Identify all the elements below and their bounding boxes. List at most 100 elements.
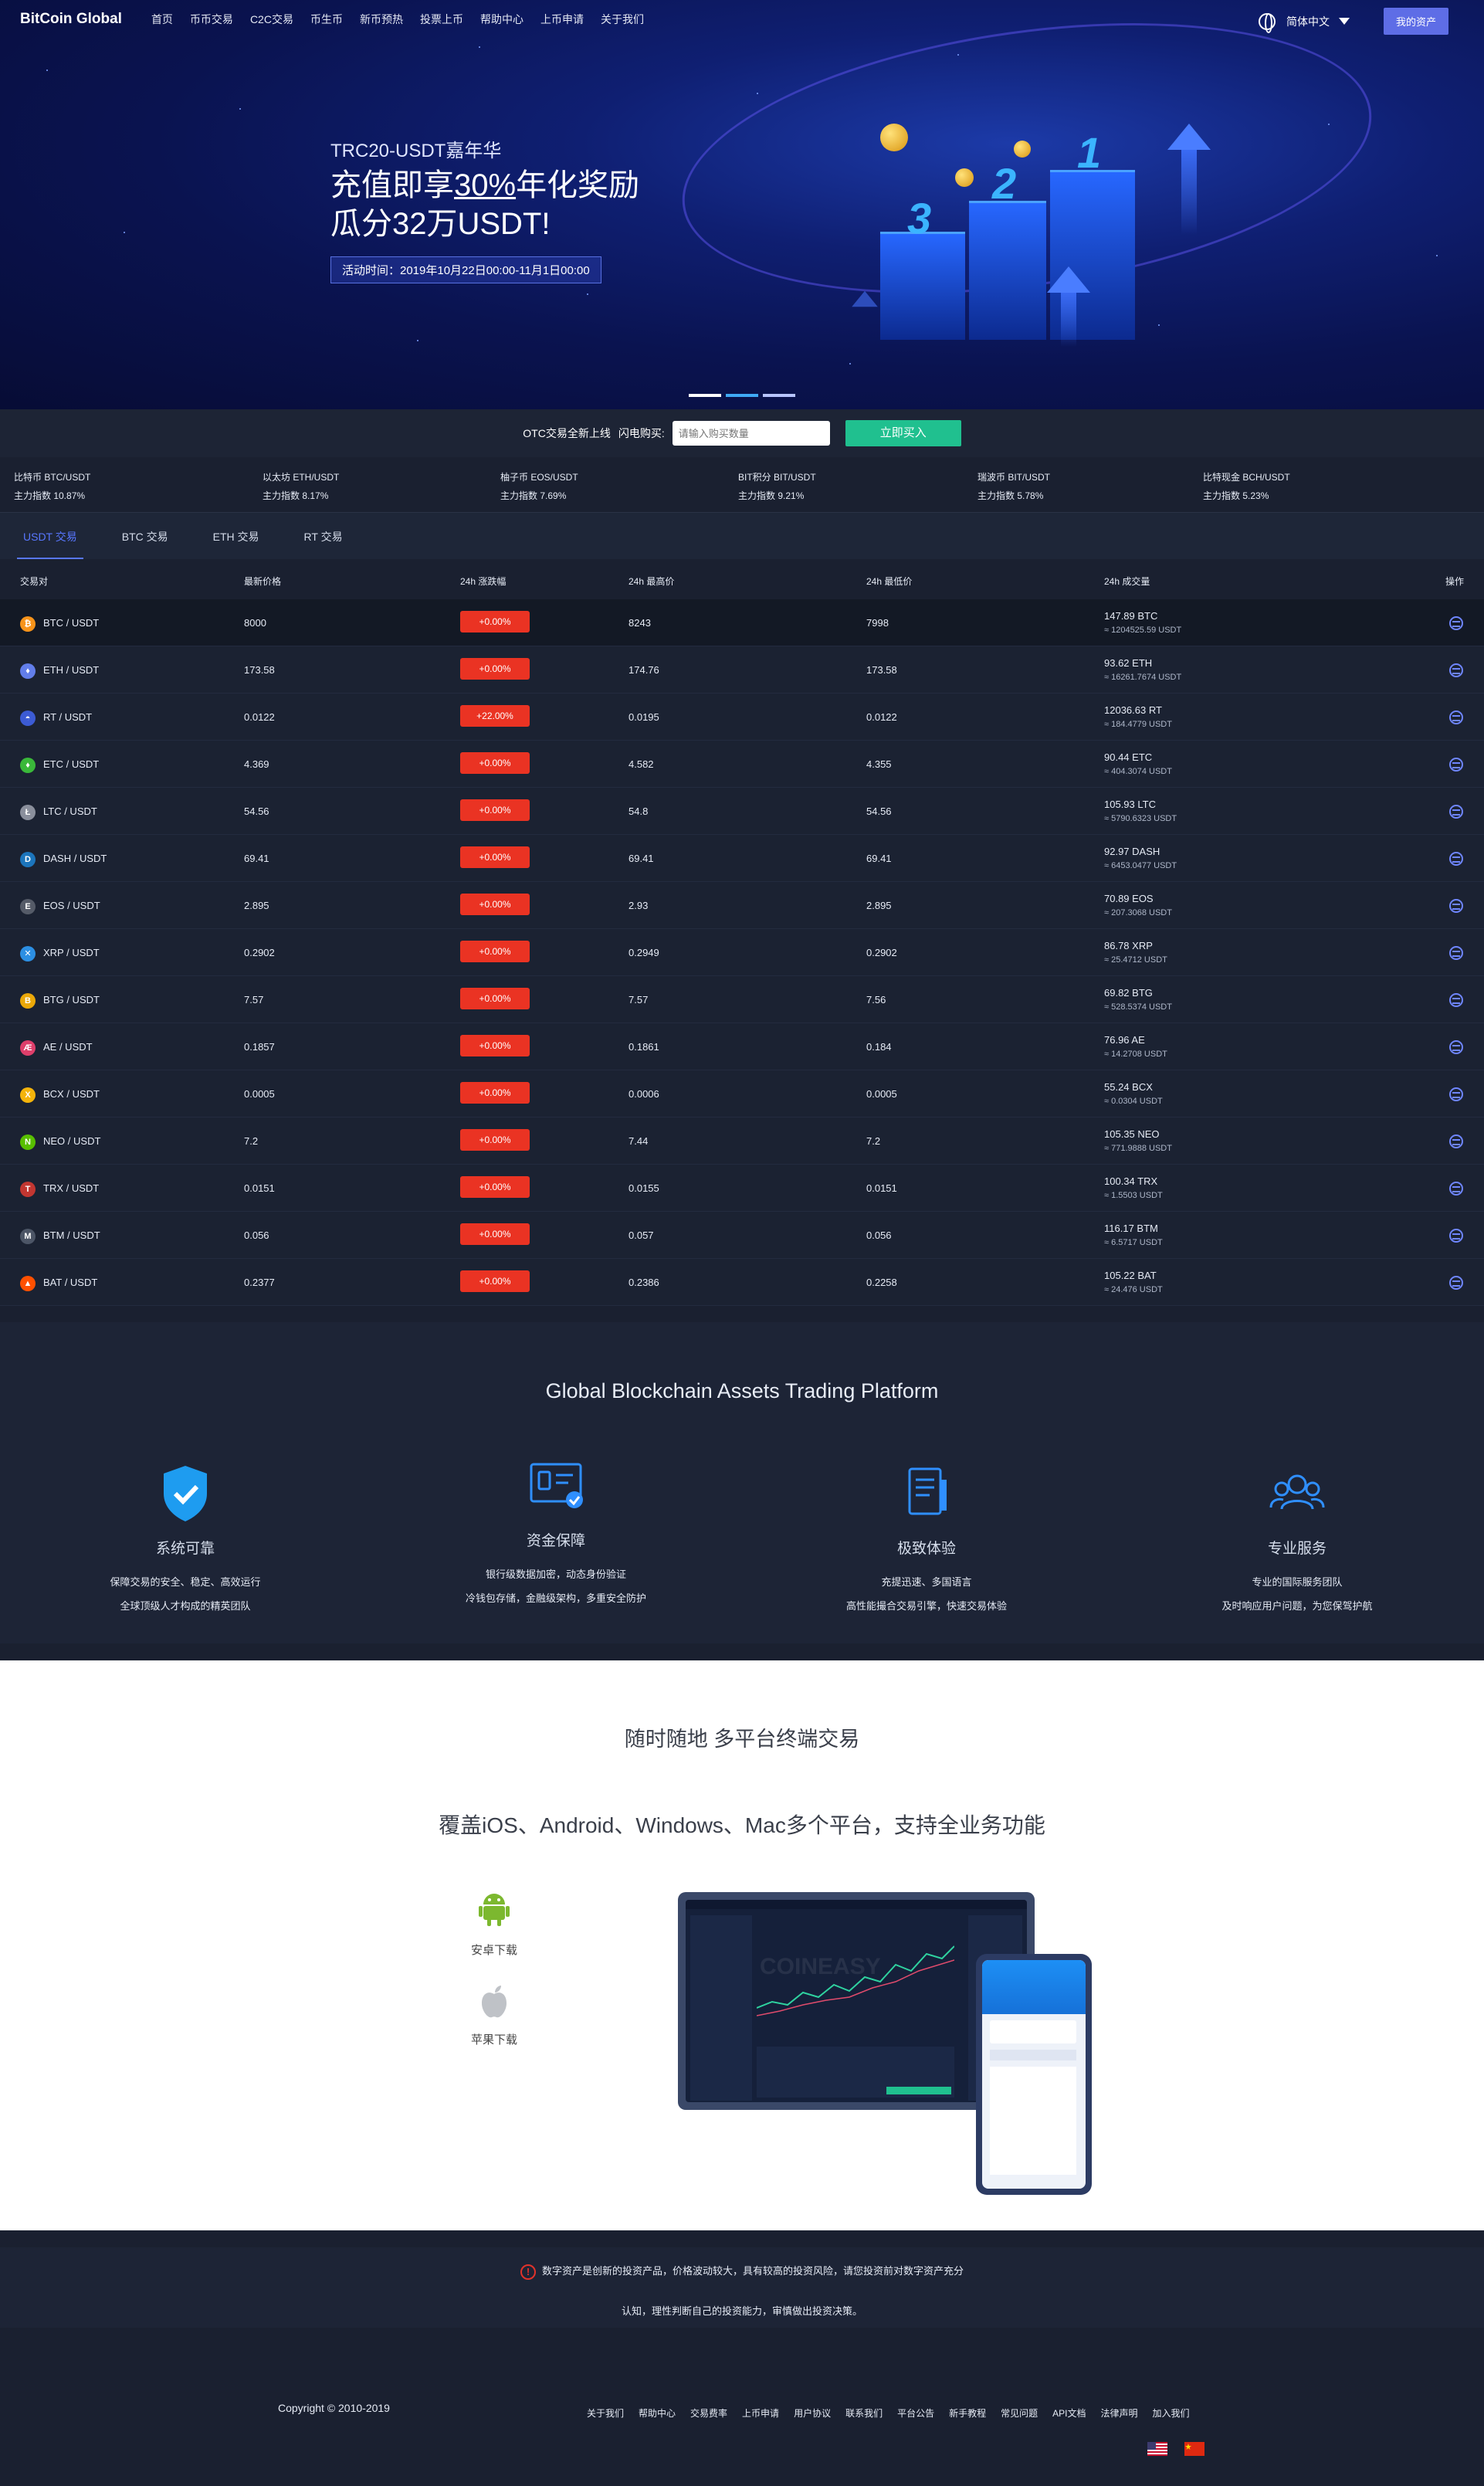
footer: Copyright © 2010-2019 关于我们 帮助中心 交易费率 上币申… [0, 2357, 1484, 2486]
trade-action-icon[interactable] [1449, 946, 1463, 960]
footer-link[interactable]: 交易费率 [690, 2406, 727, 2420]
trade-action-icon[interactable] [1449, 663, 1463, 677]
trade-action-icon[interactable] [1449, 1182, 1463, 1196]
table-row[interactable]: ♦ ETH / USDT 173.58 +0.00% 174.76 173.58 93.62… [0, 646, 1484, 694]
globe-icon[interactable] [1258, 12, 1276, 33]
tab-eth[interactable]: ETH 交易 [213, 513, 259, 559]
footer-link[interactable]: 关于我们 [587, 2406, 624, 2420]
cn-flag-icon[interactable] [1184, 2442, 1204, 2456]
pair-name[interactable]: ETH / USDT [43, 664, 99, 676]
trade-action-icon[interactable] [1449, 1276, 1463, 1290]
nav-vote-listing[interactable]: 投票上币 [420, 12, 463, 27]
table-row[interactable]: ♦ ETC / USDT 4.369 +0.00% 4.582 4.355 90.44 ET… [0, 741, 1484, 788]
pair-name[interactable]: ETC / USDT [43, 758, 99, 770]
tab-usdt[interactable]: USDT 交易 [17, 513, 83, 559]
index-item[interactable]: 以太坊 ETH/USDT 主力指数 8.17% [263, 468, 339, 505]
pair-name[interactable]: BAT / USDT [43, 1277, 97, 1288]
last-price: 7.2 [244, 1135, 259, 1147]
us-flag-icon[interactable] [1147, 2442, 1167, 2456]
nav-help[interactable]: 帮助中心 [480, 12, 523, 27]
table-row[interactable]: ₿ BTC / USDT 8000 +0.00% 8243 7998 147.89 BTC ≈… [0, 599, 1484, 646]
nav-coin-trade[interactable]: 币币交易 [190, 12, 233, 27]
index-item[interactable]: BIT积分 BIT/USDT 主力指数 9.21% [738, 468, 816, 505]
trade-action-icon[interactable] [1449, 805, 1463, 819]
footer-link[interactable]: 帮助中心 [639, 2406, 676, 2420]
pair-name[interactable]: XRP / USDT [43, 947, 100, 958]
index-item[interactable]: 柚子币 EOS/USDT 主力指数 7.69% [500, 468, 578, 505]
trade-action-icon[interactable] [1449, 1040, 1463, 1054]
buy-now-button[interactable]: 立即买入 [845, 420, 961, 446]
pair-name[interactable]: EOS / USDT [43, 900, 100, 911]
coin-icon: Æ [20, 1040, 36, 1056]
table-row[interactable]: Ł LTC / USDT 54.56 +0.00% 54.8 54.56 105.93 LT… [0, 788, 1484, 835]
tab-btc[interactable]: BTC 交易 [122, 513, 168, 559]
pair-name[interactable]: RT / USDT [43, 711, 92, 723]
last-price: 0.0122 [244, 711, 275, 723]
col-change: 24h 涨跌幅 [460, 576, 507, 587]
table-row[interactable]: D DASH / USDT 69.41 +0.00% 69.41 69.41 92.97 D… [0, 835, 1484, 882]
apple-download[interactable]: 苹果下载 [463, 1983, 525, 2047]
carousel-dot-2[interactable] [726, 394, 758, 397]
table-row[interactable]: B BTG / USDT 7.57 +0.00% 7.57 7.56 69.82 BTG ≈ … [0, 976, 1484, 1023]
volume: 105.22 BAT [1104, 1270, 1157, 1281]
footer-link[interactable]: 常见问题 [1001, 2406, 1038, 2420]
trade-action-icon[interactable] [1449, 852, 1463, 866]
pair-name[interactable]: AE / USDT [43, 1041, 93, 1053]
footer-link[interactable]: 新手教程 [949, 2406, 986, 2420]
footer-link[interactable]: API文档 [1052, 2406, 1086, 2420]
table-row[interactable]: ▲ BAT / USDT 0.2377 +0.00% 0.2386 0.2258 105.2… [0, 1259, 1484, 1306]
nav-links: 首页 币币交易 C2C交易 币生币 新币预热 投票上币 帮助中心 上币申请 关于… [151, 12, 644, 27]
trade-action-icon[interactable] [1449, 1134, 1463, 1148]
pair-name[interactable]: NEO / USDT [43, 1135, 100, 1147]
footer-link[interactable]: 联系我们 [845, 2406, 883, 2420]
table-row[interactable]: T TRX / USDT 0.0151 +0.00% 0.0155 0.0151 100.3… [0, 1165, 1484, 1212]
pair-name[interactable]: DASH / USDT [43, 853, 107, 864]
pair-name[interactable]: BTG / USDT [43, 994, 100, 1006]
pair-name[interactable]: LTC / USDT [43, 805, 97, 817]
index-item[interactable]: 瑞波币 BIT/USDT 主力指数 5.78% [977, 468, 1050, 505]
footer-link[interactable]: 用户协议 [794, 2406, 831, 2420]
pair-name[interactable]: BCX / USDT [43, 1088, 100, 1100]
nav-new-coin[interactable]: 新币预热 [360, 12, 403, 27]
footer-link[interactable]: 加入我们 [1153, 2406, 1190, 2420]
col-action: 操作 [1445, 576, 1465, 587]
nav-about[interactable]: 关于我们 [601, 12, 644, 27]
tab-rt[interactable]: RT 交易 [304, 513, 343, 559]
trade-action-icon[interactable] [1449, 616, 1463, 630]
table-row[interactable]: M BTM / USDT 0.056 +0.00% 0.057 0.056 116.17 B… [0, 1212, 1484, 1259]
index-item[interactable]: 比特现金 BCH/USDT 主力指数 5.23% [1203, 468, 1290, 505]
table-row[interactable]: ◓ RT / USDT 0.0122 +22.00% 0.0195 0.0122 12036… [0, 694, 1484, 741]
nav-listing-apply[interactable]: 上币申请 [540, 12, 584, 27]
pair-name[interactable]: BTM / USDT [43, 1229, 100, 1241]
nav-coin-earn[interactable]: 币生币 [310, 12, 343, 27]
chevron-down-icon[interactable] [1338, 18, 1350, 25]
footer-link[interactable]: 平台公告 [897, 2406, 934, 2420]
carousel-dot-1[interactable] [689, 394, 721, 397]
trade-action-icon[interactable] [1449, 899, 1463, 913]
my-assets-button[interactable]: 我的资产 [1383, 8, 1448, 35]
trade-action-icon[interactable] [1449, 758, 1463, 772]
buy-amount-input[interactable] [672, 421, 830, 446]
table-row[interactable]: N NEO / USDT 7.2 +0.00% 7.44 7.2 105.35 NEO ≈ 7… [0, 1118, 1484, 1165]
brand-logo[interactable]: BitCoin Global [20, 11, 122, 28]
nav-home[interactable]: 首页 [151, 12, 173, 27]
hero-banner[interactable]: TRC20-USDT嘉年华 充值即享30%年化奖励 瓜分32万USDT! 活动时… [0, 0, 1484, 409]
carousel-dot-3[interactable] [763, 394, 795, 397]
footer-link[interactable]: 上币申请 [742, 2406, 779, 2420]
pair-name[interactable]: BTC / USDT [43, 617, 99, 629]
trade-action-icon[interactable] [1449, 1229, 1463, 1243]
table-row[interactable]: E EOS / USDT 2.895 +0.00% 2.93 2.895 70.89 EOS… [0, 882, 1484, 929]
language-selector[interactable]: 简体中文 [1286, 14, 1330, 29]
table-row[interactable]: Æ AE / USDT 0.1857 +0.00% 0.1861 0.184 76.96 A… [0, 1023, 1484, 1070]
table-row[interactable]: ✕ XRP / USDT 0.2902 +0.00% 0.2949 0.2902 86.78… [0, 929, 1484, 976]
pair-name[interactable]: TRX / USDT [43, 1182, 99, 1194]
trade-action-icon[interactable] [1449, 711, 1463, 724]
coin-icon: Ł [20, 805, 36, 820]
index-item[interactable]: 比特币 BTC/USDT 主力指数 10.87% [14, 468, 90, 505]
android-download[interactable]: 安卓下载 [463, 1891, 525, 1958]
nav-c2c-trade[interactable]: C2C交易 [250, 12, 293, 27]
table-row[interactable]: X BCX / USDT 0.0005 +0.00% 0.0006 0.0005 55.24… [0, 1070, 1484, 1118]
trade-action-icon[interactable] [1449, 1087, 1463, 1101]
footer-link[interactable]: 法律声明 [1100, 2406, 1137, 2420]
trade-action-icon[interactable] [1449, 993, 1463, 1007]
